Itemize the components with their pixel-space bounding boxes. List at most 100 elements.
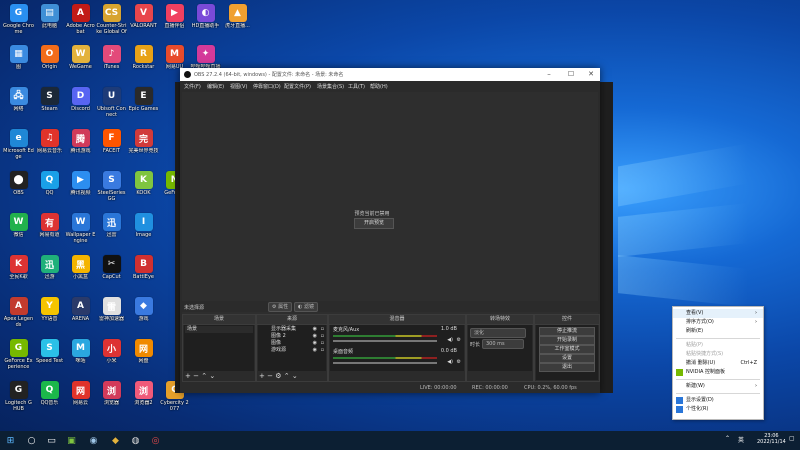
desktop-icon[interactable]: ▶ 直播伴侣 xyxy=(159,3,190,39)
desktop-icon[interactable]: U Ubisoft Connect xyxy=(96,86,127,122)
minimize-icon[interactable]: – xyxy=(542,69,556,80)
desktop-icon[interactable]: V VALORANT xyxy=(128,3,159,39)
desktop-icon[interactable]: S Speed Test xyxy=(34,338,65,374)
desktop-icon[interactable]: ▶ 腾讯视频 xyxy=(65,170,96,206)
desktop-icon[interactable]: 🖧 网络 xyxy=(3,86,34,122)
gear-icon[interactable]: ⚙ xyxy=(457,359,461,365)
menu-item[interactable]: 帮助(H) xyxy=(370,83,388,90)
desktop-icon[interactable]: G Logitech G HUB xyxy=(3,380,34,416)
menu-item[interactable]: 停靠窗口(D) xyxy=(253,83,281,90)
down-icon[interactable]: ⌄ xyxy=(209,372,215,380)
desktop-icon[interactable]: ✂ CapCut xyxy=(96,254,127,290)
app-taskbar-icon[interactable]: ◎ xyxy=(148,433,163,448)
close-icon[interactable]: ✕ xyxy=(584,69,598,80)
obs-taskbar-icon[interactable]: ◍ xyxy=(128,433,143,448)
desktop-icon[interactable]: 网网易云 xyxy=(65,380,96,416)
task-view-icon[interactable]: ▭ xyxy=(44,433,59,448)
lock-icon[interactable]: ▫ xyxy=(321,326,324,333)
desktop-icon[interactable]: A Adobe Acrobat xyxy=(65,3,96,39)
steam-taskbar-icon[interactable]: ◉ xyxy=(86,433,101,448)
desktop-icon[interactable]: 雷雷神加速器 xyxy=(96,296,127,332)
properties-button[interactable]: ⚙ 属性 xyxy=(268,302,293,312)
control-button[interactable]: 工作室模式 xyxy=(539,345,595,354)
desktop-icon[interactable]: A Apex Legends xyxy=(3,296,34,332)
desktop-icon[interactable]: F FACEIT xyxy=(96,128,127,164)
enable-preview-button[interactable]: 开启预览 xyxy=(354,218,394,229)
notification-icon[interactable]: ▢ xyxy=(789,435,795,442)
lock-icon[interactable]: ▫ xyxy=(321,333,324,340)
control-button[interactable]: 设置 xyxy=(539,354,595,363)
context-menu-item[interactable]: 个性化(R) xyxy=(673,405,763,414)
desktop-icon[interactable]: 浏浏览器2 xyxy=(128,380,159,416)
context-menu-item[interactable]: 查看(V) › xyxy=(673,309,763,318)
desktop-icon[interactable]: 网网盘 xyxy=(128,338,159,374)
context-menu-item[interactable]: NVIDIA 控制面板 xyxy=(673,368,763,377)
menu-item[interactable]: 视图(V) xyxy=(230,83,247,90)
desktop-icon[interactable]: M 咪咕 xyxy=(65,338,96,374)
desktop-icon[interactable]: W 微信 xyxy=(3,212,34,248)
desktop-icon[interactable]: W Wallpaper Engine xyxy=(65,212,96,248)
desktop-icon[interactable]: ▦ 图 xyxy=(3,44,34,80)
context-menu-item[interactable]: 撤消 删除(U) Ctrl+Z xyxy=(673,359,763,368)
window-titlebar[interactable]: OBS 27.2.4 (64-bit, windows) - 配置文件: 未命名… xyxy=(180,68,600,81)
desktop-icon[interactable]: G Google Chrome xyxy=(3,3,34,39)
desktop-icon[interactable]: 迅迅游 xyxy=(34,254,65,290)
speaker-icon[interactable]: ◀) xyxy=(447,359,453,365)
desktop-icon[interactable]: ▲ 虎牙直播... xyxy=(222,3,253,39)
desktop-icon[interactable]: ▤ 此电脑 xyxy=(34,3,65,39)
ime-indicator[interactable]: 英 xyxy=(738,435,744,444)
filters-button[interactable]: ◐ 滤镜 xyxy=(294,302,318,312)
speaker-icon[interactable]: ◀) xyxy=(447,337,453,343)
desktop-icon[interactable]: E Epic Games xyxy=(128,86,159,122)
eye-icon[interactable]: ◉ xyxy=(313,340,317,347)
up-icon[interactable]: ⌃ xyxy=(284,372,290,380)
chevron-up-icon[interactable]: ⌃ xyxy=(725,435,730,442)
desktop-icon[interactable]: D Discord xyxy=(65,86,96,122)
desktop-icon[interactable]: B BattlEye xyxy=(128,254,159,290)
desktop-icon[interactable]: ◐ HD直播助手 xyxy=(190,3,221,39)
up-icon[interactable]: ⌃ xyxy=(201,372,207,380)
desktop-icon[interactable]: K 全民K歌 xyxy=(3,254,34,290)
volume-fader[interactable] xyxy=(333,362,437,364)
maximize-icon[interactable]: ☐ xyxy=(564,69,578,80)
source-item[interactable]: 显示器采集 ◉ ▫ xyxy=(259,326,325,333)
desktop-icon[interactable]: R Rockstar xyxy=(128,44,159,80)
eye-icon[interactable]: ◉ xyxy=(313,347,317,354)
remove-icon[interactable]: − xyxy=(267,372,273,380)
desktop-icon[interactable]: Q QQ xyxy=(34,170,65,206)
desktop-icon[interactable]: S SteelSeries GG xyxy=(96,170,127,206)
transition-select[interactable]: 淡化 xyxy=(470,328,526,338)
menu-item[interactable]: 工具(T) xyxy=(348,83,365,90)
gear-icon[interactable]: ⚙ xyxy=(457,337,461,343)
source-item[interactable]: 图像 ◉ ▫ xyxy=(259,340,325,347)
menu-item[interactable]: 编辑(E) xyxy=(207,83,224,90)
desktop-icon[interactable]: 完完美世界竞技 xyxy=(128,128,159,164)
desktop-icon[interactable]: 黑小黑盒 xyxy=(65,254,96,290)
down-icon[interactable]: ⌄ xyxy=(292,372,298,380)
control-button[interactable]: 停止推流 xyxy=(539,327,595,336)
desktop-icon[interactable]: O Origin xyxy=(34,44,65,80)
desktop-icon[interactable]: ♫ 网易云音乐 xyxy=(34,128,65,164)
desktop-icon[interactable]: G GeForce Experience xyxy=(3,338,34,374)
desktop-icon[interactable]: A ARENA xyxy=(65,296,96,332)
desktop-icon[interactable]: I Image xyxy=(128,212,159,248)
eye-icon[interactable]: ◉ xyxy=(313,326,317,333)
wegame-taskbar-icon[interactable]: ◆ xyxy=(108,433,123,448)
desktop-icon[interactable]: ◆ 游戏 xyxy=(128,296,159,332)
duration-input[interactable]: 300 ms xyxy=(482,339,524,349)
context-menu-item[interactable]: 刷新(E) xyxy=(673,327,763,336)
control-button[interactable]: 退出 xyxy=(539,363,595,372)
desktop-icon[interactable]: CSCounter-Strike Global Offe... xyxy=(96,3,127,39)
context-menu-item[interactable]: 显示设置(D) xyxy=(673,396,763,405)
remove-icon[interactable]: − xyxy=(193,372,199,380)
kook-taskbar-icon[interactable]: ▣ xyxy=(64,433,79,448)
add-icon[interactable]: + xyxy=(259,372,265,380)
control-button[interactable]: 开始录制 xyxy=(539,336,595,345)
lock-icon[interactable]: ▫ xyxy=(321,340,324,347)
scene-item[interactable]: 场景 xyxy=(185,326,253,333)
menu-item[interactable]: 场景集合(S) xyxy=(317,83,344,90)
desktop-icon[interactable]: ⬤ OBS xyxy=(3,170,34,206)
menu-item[interactable]: 文件(F) xyxy=(184,83,201,90)
desktop-icon[interactable]: Y YY语音 xyxy=(34,296,65,332)
desktop-icon[interactable]: Q QQ音乐 xyxy=(34,380,65,416)
